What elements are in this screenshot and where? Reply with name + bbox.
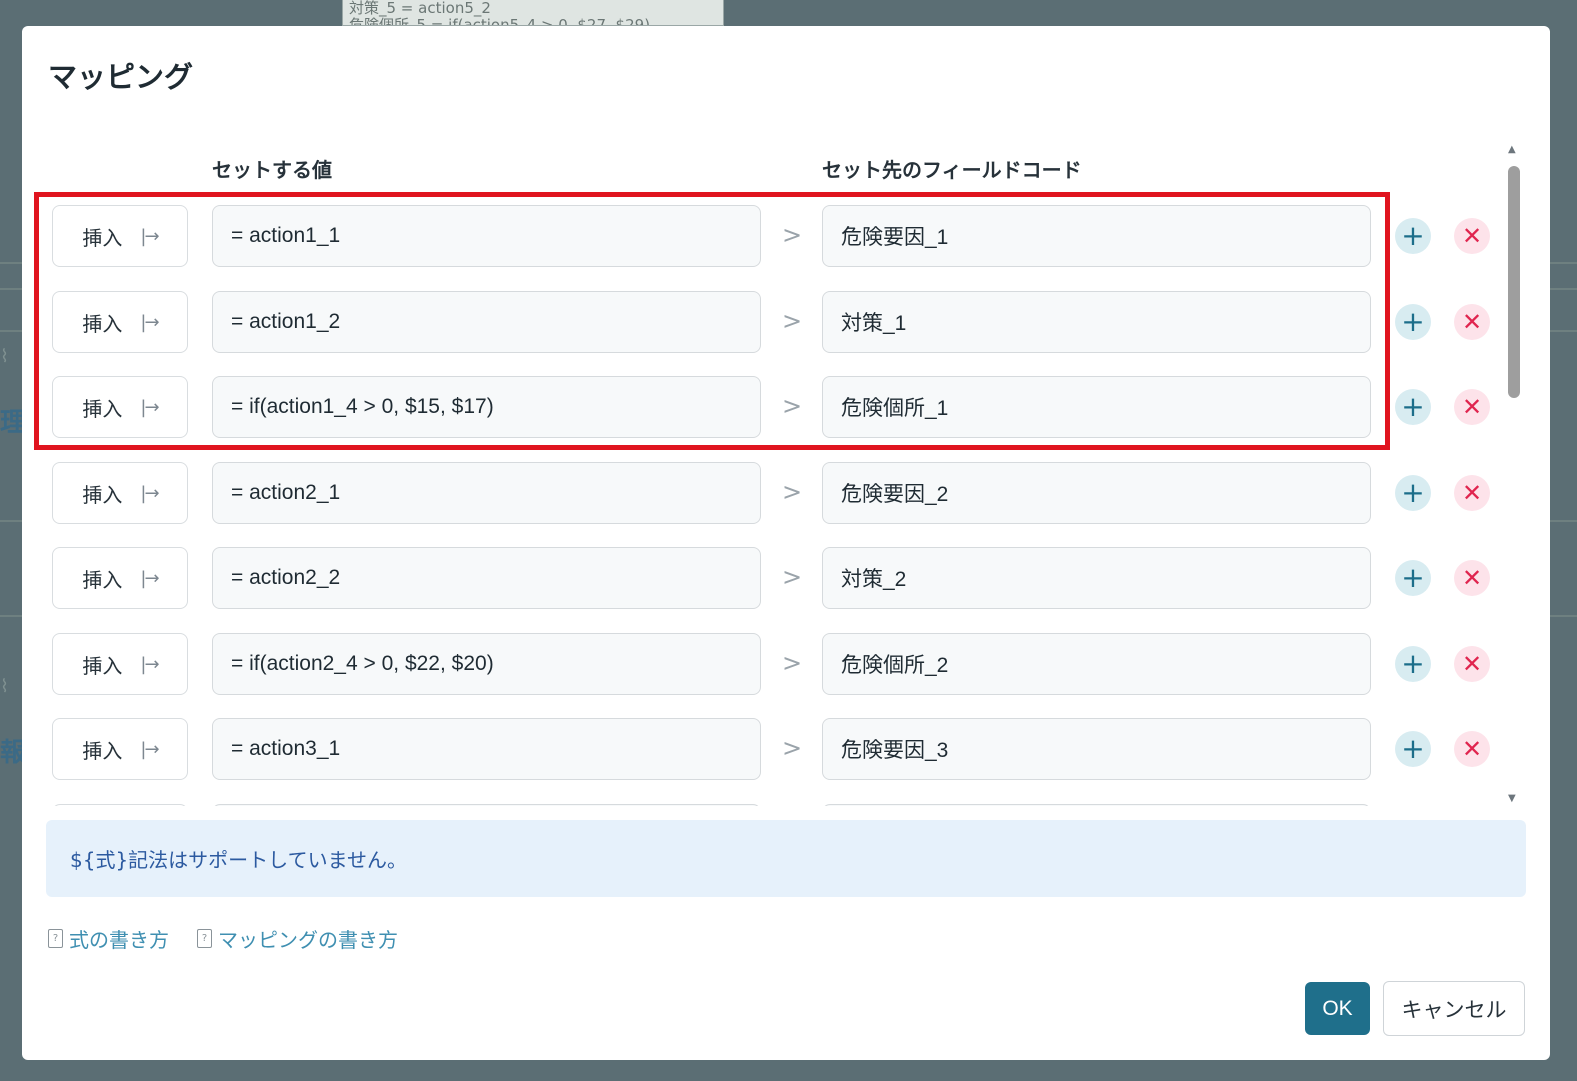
mapping-rows: 挿入 |→ = action1_1 > 危険要因_1 + ✕ 挿入 |→ = a… — [22, 186, 1502, 806]
chevron-right-icon: > — [782, 221, 803, 249]
value-input[interactable]: = action2_2 — [212, 547, 761, 609]
plus-icon: + — [1401, 561, 1425, 594]
insert-arrow-icon: |→ — [140, 482, 159, 504]
mapping-row: 挿入 |→ = action2_1 > 危険要因_2 + ✕ — [22, 462, 1502, 524]
mapping-row: 挿入 |→ = action1_1 > 危険要因_1 + ✕ — [22, 205, 1502, 267]
mapping-row: 挿入 |→ = action3_1 > 危険要因_3 + ✕ — [22, 718, 1502, 780]
delete-row-button[interactable]: ✕ — [1454, 475, 1490, 511]
target-field-input[interactable]: 危険個所_2 — [822, 633, 1371, 695]
rows-scrollbar[interactable]: ▲ ▼ — [1506, 144, 1522, 804]
insert-mode-button[interactable]: 挿入 |→ — [52, 547, 188, 609]
target-field-input[interactable]: 危険個所_1 — [822, 376, 1371, 438]
dialog-title: マッピング — [48, 60, 194, 94]
ok-button[interactable]: OK — [1305, 982, 1370, 1035]
target-field-input[interactable] — [822, 804, 1371, 806]
add-row-button[interactable]: + — [1395, 646, 1431, 682]
chevron-right-icon: > — [782, 392, 803, 420]
close-icon: ✕ — [1461, 479, 1483, 507]
insert-arrow-icon: |→ — [140, 225, 159, 247]
value-input[interactable]: = action3_1 — [212, 718, 761, 780]
target-field-input[interactable]: 危険要因_1 — [822, 205, 1371, 267]
insert-arrow-icon: |→ — [140, 653, 159, 675]
chevron-right-icon: > — [782, 307, 803, 335]
delete-row-button[interactable]: ✕ — [1454, 731, 1490, 767]
add-row-button[interactable]: + — [1395, 389, 1431, 425]
add-row-button[interactable]: + — [1395, 560, 1431, 596]
add-row-button[interactable]: + — [1395, 304, 1431, 340]
insert-mode-button[interactable]: 挿入 |→ — [52, 633, 188, 695]
target-column-header: セット先のフィールドコード — [822, 158, 1082, 182]
background-clip-icon: ⌇ — [0, 676, 9, 697]
close-icon: ✕ — [1461, 308, 1483, 336]
plus-icon: + — [1401, 476, 1425, 509]
insert-mode-button[interactable] — [52, 804, 188, 806]
insert-arrow-icon: |→ — [140, 311, 159, 333]
add-row-button[interactable]: + — [1395, 731, 1431, 767]
insert-mode-button[interactable]: 挿入 |→ — [52, 462, 188, 524]
insert-mode-button[interactable]: 挿入 |→ — [52, 718, 188, 780]
mapping-row: 挿入 |→ = action2_2 > 対策_2 + ✕ — [22, 547, 1502, 609]
close-icon: ✕ — [1461, 222, 1483, 250]
value-input[interactable] — [212, 804, 761, 806]
formula-help-link[interactable]: ? 式の書き方 — [48, 924, 169, 953]
insert-arrow-icon: |→ — [140, 738, 159, 760]
help-links: ? 式の書き方 ? マッピングの書き方 — [48, 924, 398, 953]
delete-row-button[interactable]: ✕ — [1454, 646, 1490, 682]
close-icon: ✕ — [1461, 564, 1483, 592]
value-input[interactable]: = action2_1 — [212, 462, 761, 524]
add-row-button[interactable]: + — [1395, 475, 1431, 511]
plus-icon: + — [1401, 732, 1425, 765]
plus-icon: + — [1401, 305, 1425, 338]
close-icon: ✕ — [1461, 393, 1483, 421]
close-icon: ✕ — [1461, 650, 1483, 678]
background-clip-icon: ⌇ — [0, 346, 9, 367]
mapping-help-link[interactable]: ? マッピングの書き方 — [197, 924, 398, 953]
add-row-button[interactable]: + — [1395, 218, 1431, 254]
scroll-thumb[interactable] — [1508, 166, 1520, 398]
chevron-right-icon: > — [782, 649, 803, 677]
value-input[interactable]: = action1_2 — [212, 291, 761, 353]
value-column-header: セットする値 — [212, 158, 332, 182]
insert-mode-button[interactable]: 挿入 |→ — [52, 291, 188, 353]
chevron-right-icon: > — [782, 563, 803, 591]
mapping-row: 挿入 |→ = if(action2_4 > 0, $22, $20) > 危険… — [22, 633, 1502, 695]
mapping-dialog: マッピング セットする値 セット先のフィールドコード 挿入 |→ = actio… — [22, 26, 1550, 1060]
insert-arrow-icon: |→ — [140, 396, 159, 418]
scroll-down-arrow-icon[interactable]: ▼ — [1508, 793, 1516, 804]
plus-icon: + — [1401, 647, 1425, 680]
document-help-icon: ? — [197, 929, 212, 948]
delete-row-button[interactable]: ✕ — [1454, 389, 1490, 425]
mapping-row: 挿入 |→ = action1_2 > 対策_1 + ✕ — [22, 291, 1502, 353]
target-field-input[interactable]: 対策_2 — [822, 547, 1371, 609]
document-help-icon: ? — [48, 929, 63, 948]
plus-icon: + — [1401, 219, 1425, 252]
cancel-button[interactable]: キャンセル — [1383, 981, 1525, 1036]
insert-arrow-icon: |→ — [140, 567, 159, 589]
close-icon: ✕ — [1461, 735, 1483, 763]
target-field-input[interactable]: 危険要因_3 — [822, 718, 1371, 780]
mapping-row — [22, 804, 1502, 806]
value-input[interactable]: = if(action2_4 > 0, $22, $20) — [212, 633, 761, 695]
chevron-right-icon: > — [782, 734, 803, 762]
delete-row-button[interactable]: ✕ — [1454, 560, 1490, 596]
target-field-input[interactable]: 危険要因_2 — [822, 462, 1371, 524]
notice-message: ${式}記法はサポートしていません。 — [46, 820, 1526, 897]
mapping-row: 挿入 |→ = if(action1_4 > 0, $15, $17) > 危険… — [22, 376, 1502, 438]
value-input[interactable]: = if(action1_4 > 0, $15, $17) — [212, 376, 761, 438]
scroll-up-arrow-icon[interactable]: ▲ — [1508, 144, 1516, 155]
insert-mode-button[interactable]: 挿入 |→ — [52, 205, 188, 267]
target-field-input[interactable]: 対策_1 — [822, 291, 1371, 353]
plus-icon: + — [1401, 390, 1425, 423]
delete-row-button[interactable]: ✕ — [1454, 304, 1490, 340]
insert-mode-button[interactable]: 挿入 |→ — [52, 376, 188, 438]
chevron-right-icon: > — [782, 478, 803, 506]
value-input[interactable]: = action1_1 — [212, 205, 761, 267]
background-snippet: 対策_5 = action5_2 危険個所_5 = if(action5_4 >… — [342, 0, 724, 26]
delete-row-button[interactable]: ✕ — [1454, 218, 1490, 254]
